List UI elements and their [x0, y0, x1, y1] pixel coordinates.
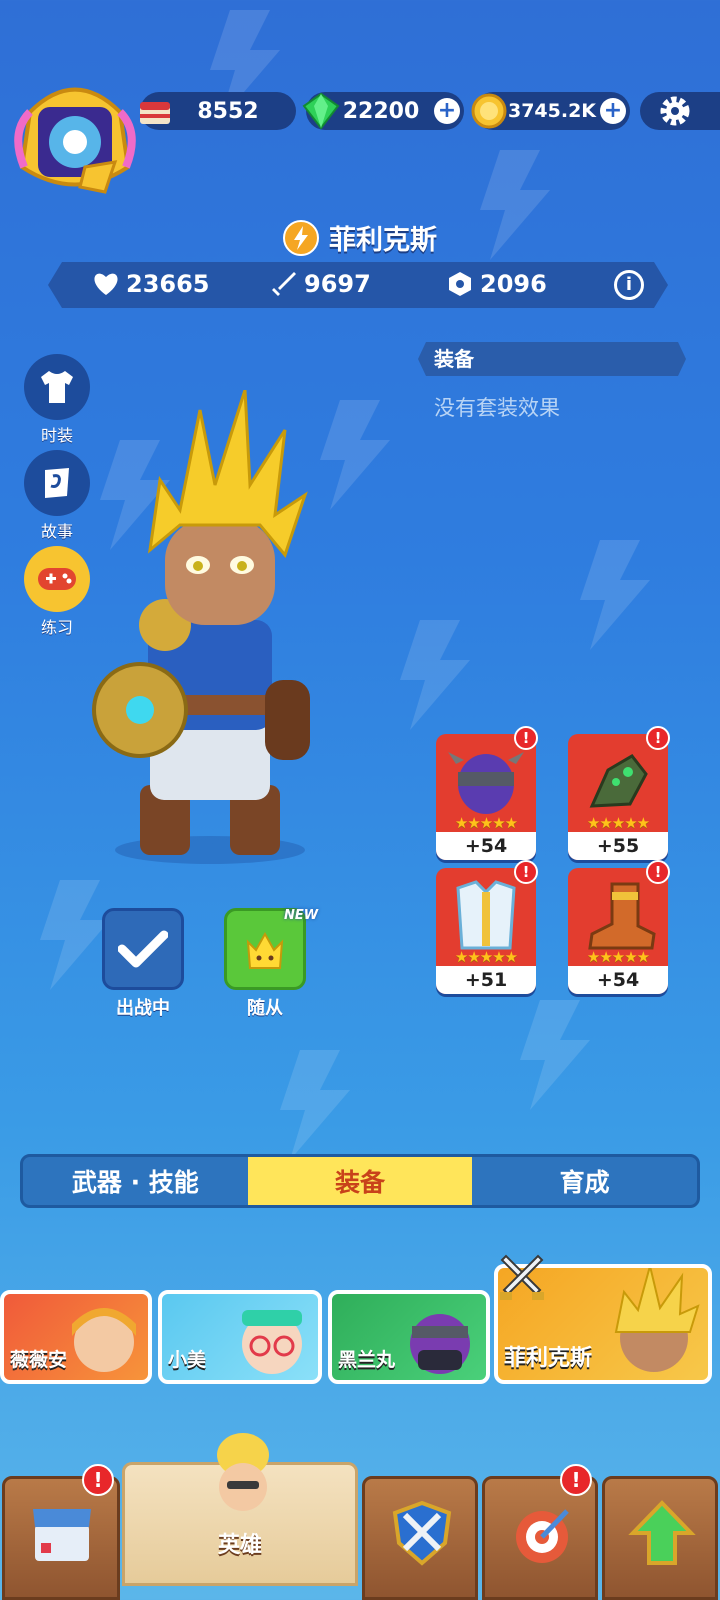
heilanwan-portrait-icon [410, 1314, 470, 1374]
armor-alert-icon: ! [514, 860, 538, 884]
equip-bonus: +55 [568, 832, 668, 860]
info-button[interactable]: i [614, 270, 644, 300]
xiaomei-portrait-icon [242, 1310, 302, 1374]
resource-bar: 8552 22200 + 3745.2K + [0, 92, 720, 136]
settings-button[interactable] [640, 92, 720, 130]
bottom-navigation: ! 英雄 ! [0, 1433, 720, 1600]
battle-shield-icon [392, 1500, 452, 1566]
health-stat: 23665 [92, 270, 210, 298]
equip-bonus: +51 [436, 966, 536, 994]
equip-stars: ★★★★★ [586, 948, 650, 966]
gem-counter[interactable]: 22200 + [302, 92, 464, 130]
equip-slot-gloves[interactable]: ★★★★★ +55 [568, 734, 668, 860]
nav-battle[interactable] [362, 1476, 478, 1600]
equipment-title: 装备 [418, 342, 686, 376]
follower-button[interactable]: 随从 [224, 908, 306, 1020]
story-icon [45, 468, 69, 498]
add-gold-button[interactable]: + [600, 98, 626, 124]
follower-label: 随从 [247, 998, 283, 1019]
equip-stars: ★★★★★ [586, 814, 650, 832]
equip-bonus: +54 [568, 966, 668, 994]
gem-icon [302, 92, 340, 130]
cake-value: 8552 [197, 98, 259, 124]
gold-value: 3745.2K [507, 100, 597, 122]
hero-nav-icon [217, 1433, 269, 1511]
sword-icon [272, 272, 296, 296]
hero-character-model[interactable] [80, 390, 340, 870]
new-badge: NEW [284, 908, 319, 923]
crown-icon [246, 931, 284, 969]
hero-name: 菲利克斯 [329, 225, 437, 256]
heart-icon [94, 273, 118, 295]
tab-upgrade[interactable]: 育成 [472, 1157, 697, 1205]
defense-stat: 2096 [446, 270, 547, 298]
hero-card-label: 菲利克斯 [504, 1346, 593, 1371]
tab-equipment[interactable]: 装备 [247, 1157, 473, 1205]
shield-icon [449, 272, 471, 296]
hero-card-xiaomei[interactable]: 小美 [158, 1290, 322, 1384]
equip-slot-boots[interactable]: ★★★★★ +54 [568, 868, 668, 994]
nav-hero-label: 英雄 [217, 1533, 262, 1558]
cake-icon [140, 102, 170, 124]
target-icon [516, 1509, 569, 1563]
attack-stat: 9697 [270, 270, 371, 298]
defense-value: 2096 [480, 270, 547, 298]
hero-card-vivian[interactable]: 薇薇安 [0, 1290, 152, 1384]
deployed-button[interactable]: 出战中 [102, 908, 184, 1020]
gem-value: 22200 [342, 98, 420, 124]
lightning-class-icon [283, 219, 319, 256]
boots-alert-icon: ! [646, 860, 670, 884]
health-value: 23665 [126, 270, 210, 298]
nav-upgrade[interactable] [602, 1476, 718, 1600]
hero-stats-bar: 23665 9697 2096 i [48, 262, 668, 308]
gold-counter[interactable]: 3745.2K + [471, 92, 630, 130]
equip-stars: ★★★★★ [454, 948, 518, 966]
helmet-alert-icon: ! [514, 726, 538, 750]
shop-alert-icon: ! [82, 1464, 114, 1496]
hero-card-label: 小美 [168, 1349, 207, 1371]
shirt-icon [41, 371, 73, 403]
info-icon: i [625, 274, 633, 295]
hero-name-row: 菲利克斯 [0, 218, 720, 257]
equip-bonus: +54 [436, 832, 536, 860]
deployed-label: 出战中 [116, 998, 170, 1019]
gamepad-icon [38, 568, 76, 590]
events-alert-icon: ! [560, 1464, 592, 1496]
equip-slot-armor[interactable]: ★★★★★ +51 [436, 868, 536, 994]
add-gems-button[interactable]: + [434, 98, 460, 124]
gloves-alert-icon: ! [646, 726, 670, 750]
check-icon [118, 930, 168, 968]
crossed-swords-icon [500, 1254, 544, 1300]
cake-counter[interactable]: 8552 [140, 92, 296, 130]
equip-stars: ★★★★★ [454, 814, 518, 832]
hero-card-label: 黑兰丸 [338, 1349, 396, 1371]
nav-hero[interactable]: 英雄 [122, 1433, 358, 1586]
vivian-portrait-icon [72, 1308, 136, 1372]
hero-card-label: 薇薇安 [10, 1349, 68, 1371]
set-effect-note: 没有套装效果 [434, 396, 560, 420]
shop-icon [33, 1509, 91, 1561]
upgrade-arrow-icon [628, 1500, 696, 1565]
gold-coin-icon [471, 93, 507, 129]
equip-slot-helmet[interactable]: ★★★★★ +54 [436, 734, 536, 860]
gear-icon [660, 96, 690, 126]
tab-weapon-skill[interactable]: 武器 · 技能 [23, 1157, 248, 1205]
felix-portrait-icon [614, 1268, 700, 1372]
hero-tabs: 武器 · 技能 装备 育成 [20, 1154, 700, 1208]
hero-card-heilanwan[interactable]: 黑兰丸 [328, 1290, 490, 1384]
attack-value: 9697 [304, 270, 371, 298]
